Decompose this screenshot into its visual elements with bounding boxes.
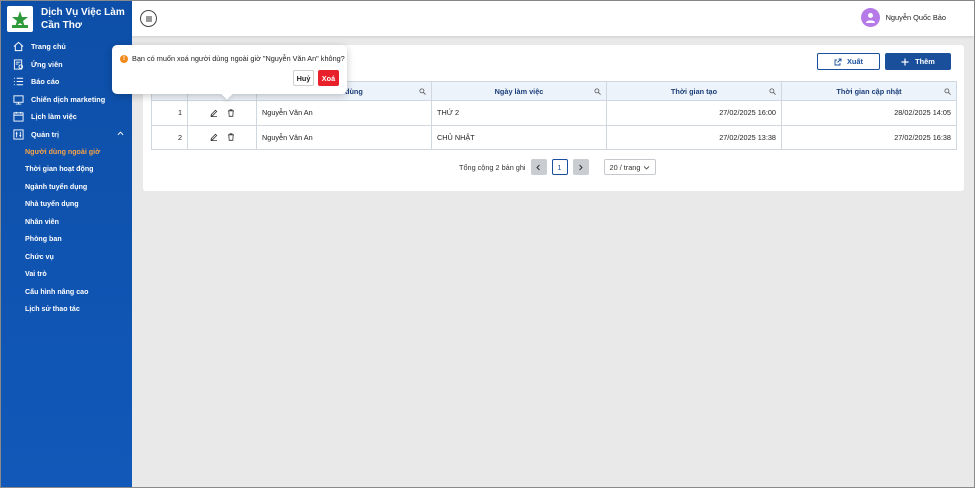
prev-page-button[interactable] [530,159,547,175]
sidebar-subitem-departments[interactable]: Phòng ban [1,231,132,249]
warning-icon: ! [120,54,128,63]
cell-workday: CHỦ NHẬT [431,124,607,150]
sidebar-subitem-staff[interactable]: Nhân viên [1,213,132,231]
column-header-label: dùng [345,87,363,96]
sidebar-item-label: Chiến dịch marketing [31,94,106,104]
total-records: Tổng cộng 2 bản ghi [459,162,526,172]
confirm-delete-button[interactable]: Xoá [318,70,339,86]
cell-stt: 1 [151,100,188,126]
cell-created: 27/02/2025 16:00 [606,100,782,126]
sidebar-subitem-advanced-config[interactable]: Cấu hình nâng cao [1,283,132,301]
column-header-workday[interactable]: Ngày làm việc [431,81,607,101]
sidebar-item-admin[interactable]: Quản trị [1,126,132,144]
column-header-label: Thời gian cập nhật [836,86,902,96]
menu-toggle-button[interactable] [140,10,157,27]
user-icon [865,13,875,23]
avatar [860,8,880,27]
cell-stt: 2 [151,124,188,150]
calendar-icon [12,111,24,123]
chevron-up-icon [117,130,124,139]
cell-user: Nguyễn Văn An [256,124,432,150]
cell-updated: 28/02/2025 14:05 [781,100,957,126]
edit-icon[interactable] [209,109,218,117]
delete-confirm-popover: ! Bạn có muốn xoá người dùng ngoài giờ "… [112,45,347,100]
cell-user: Nguyễn Văn An [256,100,432,126]
home-icon [12,41,24,53]
sidebar-item-schedule[interactable]: Lịch làm việc [1,108,132,126]
top-header: Nguyễn Quốc Bảo [132,1,974,36]
sidebar-subitem-activity-log[interactable]: Lịch sử thao tác [1,301,132,319]
sidebar-subitem-active-time[interactable]: Thời gian hoạt động [1,161,132,179]
pagination: Tổng cộng 2 bản ghi 1 20 / trang [459,159,656,175]
table-row: 1 Nguyễn Văn An THỨ 2 27/02/2025 16:00 2… [151,100,957,126]
delete-icon[interactable] [227,109,235,117]
plus-icon [901,58,909,65]
hamburger-icon [145,16,152,21]
edit-icon[interactable] [209,133,218,142]
page-size-value: 20 / trang [609,162,641,172]
cell-workday: THỨ 2 [431,100,607,126]
chevron-right-icon [579,164,583,170]
add-label: Thêm [915,57,935,66]
search-icon[interactable] [769,88,776,95]
export-button[interactable]: Xuất [817,53,880,70]
list-icon [12,76,24,88]
admin-icon [12,128,24,140]
cell-updated: 27/02/2025 16:38 [781,124,957,150]
sidebar-item-label: Quản trị [31,129,59,139]
candidate-icon [12,58,24,70]
delete-icon[interactable] [227,133,235,141]
brand-name: Dịch Vụ Việc Làm Cần Thơ [41,7,125,31]
user-menu[interactable]: Nguyễn Quốc Bảo [860,8,946,27]
search-icon[interactable] [594,88,601,95]
search-icon[interactable] [419,88,426,95]
cancel-button[interactable]: Huỷ [293,70,314,86]
table-row: 2 Nguyễn Văn An CHỦ NHẬT 27/02/2025 13:3… [151,124,957,150]
sidebar-item-label: Lịch làm việc [31,112,77,122]
add-button[interactable]: Thêm [885,53,951,70]
export-label: Xuất [846,57,863,66]
sidebar-subitem-positions[interactable]: Chức vụ [1,248,132,266]
logo [7,6,33,32]
cell-actions [187,124,257,150]
sidebar-subitem-roles[interactable]: Vai trò [1,266,132,284]
column-header-label: Thời gian tạo [670,86,718,96]
sidebar-item-label: Ứng viên [31,59,63,69]
column-header-updated[interactable]: Thời gian cập nhật [781,81,957,101]
column-header-label: Ngày làm việc [494,86,544,96]
sidebar-item-marketing[interactable]: Chiến dịch marketing [1,91,132,109]
search-icon[interactable] [944,88,951,95]
sidebar-item-label: Trang chủ [31,42,66,52]
confirm-message: Bạn có muốn xoá người dùng ngoài giờ "Ng… [132,54,345,63]
chevron-down-icon [643,165,649,170]
brand[interactable]: Dịch Vụ Việc Làm Cần Thơ [7,6,131,32]
sidebar-subitem-overtime-users[interactable]: Người dùng ngoài giờ [1,143,132,161]
sidebar-item-label: Báo cáo [31,77,60,87]
export-icon [834,58,842,65]
chevron-left-icon [536,164,540,170]
column-header-created[interactable]: Thời gian tạo [606,81,782,101]
sidebar-subitem-industries[interactable]: Ngành tuyển dụng [1,178,132,196]
user-name: Nguyễn Quốc Bảo [885,13,946,22]
cell-actions [187,100,257,126]
cell-created: 27/02/2025 13:38 [606,124,782,150]
sidebar-subitem-employers[interactable]: Nhà tuyển dụng [1,196,132,214]
page-number-button[interactable]: 1 [551,159,568,175]
next-page-button[interactable] [572,159,589,175]
campaign-icon [12,93,24,105]
page-size-select[interactable]: 20 / trang [603,159,656,175]
